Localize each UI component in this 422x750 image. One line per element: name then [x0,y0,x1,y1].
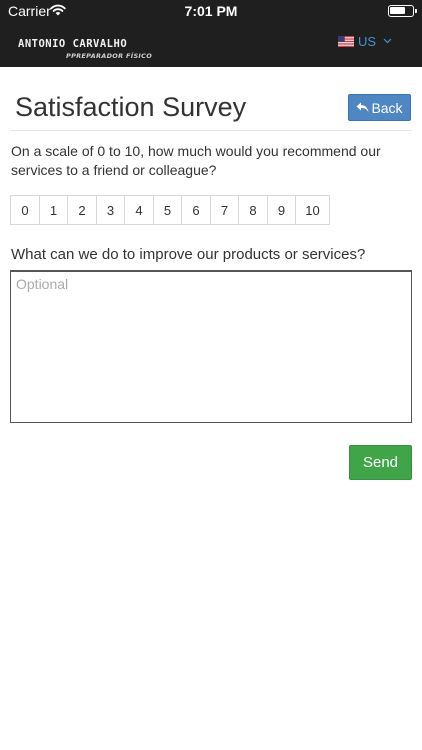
brand-tagline: PPREPARADOR FÍSICO [66,52,153,60]
score-option-9[interactable]: 9 [268,196,296,224]
score-option-7[interactable]: 7 [211,196,239,224]
back-button[interactable]: Back [348,94,411,121]
score-option-5[interactable]: 5 [154,196,182,224]
status-bar: Carrier 7:01 PM [0,0,422,22]
score-option-10[interactable]: 10 [296,196,329,224]
reply-icon [356,102,369,113]
score-option-6[interactable]: 6 [182,196,211,224]
language-label: US [358,33,377,49]
back-label: Back [371,99,403,116]
score-option-3[interactable]: 3 [97,196,125,224]
page-title: Satisfaction Survey [15,92,247,122]
score-option-1[interactable]: 1 [40,196,68,224]
battery-icon [388,5,417,17]
title-divider [10,130,412,131]
language-selector[interactable]: US [338,32,392,50]
send-button[interactable]: Send [349,445,412,480]
chevron-down-icon [383,38,392,44]
top-bar: Carrier 7:01 PM ANTONIO CARVALHO PPREPAR… [0,0,422,67]
score-option-4[interactable]: 4 [125,196,154,224]
brand-name: ANTONIO CARVALHO [18,38,128,50]
score-option-0[interactable]: 0 [11,196,40,224]
recommend-question: On a scale of 0 to 10, how much would yo… [11,143,381,178]
improve-question: What can we do to improve our products o… [11,246,366,263]
app-screen: Carrier 7:01 PM ANTONIO CARVALHO PPREPAR… [0,0,422,750]
clock: 7:01 PM [184,3,238,19]
score-scale: 0 1 2 3 4 5 6 7 8 9 10 [10,195,330,225]
comments-textarea[interactable] [10,270,412,423]
score-option-8[interactable]: 8 [239,196,268,224]
score-option-2[interactable]: 2 [68,196,97,224]
us-flag-icon [338,35,354,47]
